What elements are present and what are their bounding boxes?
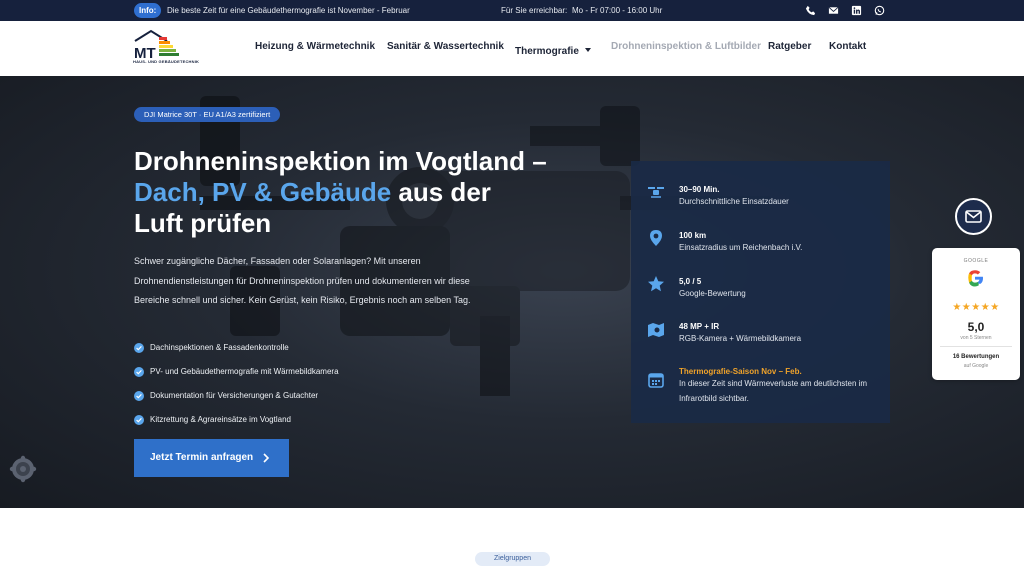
review-source: auf Google (963, 363, 989, 369)
stats-card: 30–90 Min. Durchschnittliche Einsatzdaue… (631, 161, 890, 423)
check-circle-icon (134, 415, 144, 425)
whatsapp-icon[interactable] (874, 5, 885, 16)
google-logo-icon (968, 270, 983, 287)
checklist-text: PV- und Gebäudethermografie mit Wärmebil… (150, 367, 339, 376)
headline-part1: Drohneninspektion im Vogtland – (134, 146, 547, 176)
phone-icon[interactable] (805, 5, 816, 16)
hero-intro: Schwer zugängliche Dächer, Fassaden oder… (134, 256, 471, 305)
contact-mail-button[interactable] (955, 198, 992, 235)
nav-heizung[interactable]: Heizung & Wärmetechnik (255, 41, 375, 52)
info-badge: Info: (134, 3, 162, 18)
nav-thermografie[interactable]: Thermografie (515, 41, 591, 59)
headline-accent: Dach, PV & Gebäude (134, 177, 392, 207)
divider (940, 346, 1012, 347)
review-count: 16 Bewertungen (952, 354, 1000, 360)
nav-thermografie-label: Thermografie (515, 46, 579, 57)
envelope-icon (965, 210, 982, 223)
logo-subtitle: HAUS- UND GEBÄUDETECHNIK (133, 59, 200, 64)
chevron-down-icon (584, 47, 591, 52)
stat-desc: Einsatzradius um Reichenbach i.V. (679, 243, 803, 252)
top-info-bar: Info: Die beste Zeit für eine Gebäudethe… (0, 0, 1024, 21)
checklist-text: Kitzrettung & Agrareinsätze im Vogtland (150, 415, 291, 424)
nav-kontakt[interactable]: Kontakt (829, 41, 866, 52)
nav-drohneninspektion[interactable]: Drohneninspektion & Luftbilder (611, 41, 761, 52)
linkedin-icon[interactable] (851, 5, 862, 16)
star-icon (648, 276, 664, 292)
main-navbar: MT HAUS- UND GEBÄUDETECHNIK Heizung & Wä… (0, 21, 1024, 76)
checklist-text: Dokumentation für Versicherungen & Gutac… (150, 391, 319, 400)
info-text: Die beste Zeit für eine Gebäudethermogra… (167, 6, 410, 15)
rating-score: 5,0 (967, 320, 985, 334)
rating-stars: ★★★★★ (952, 302, 1000, 313)
headline-part3: Luft prüfen (134, 208, 272, 238)
stat-title: 48 MP + IR (679, 322, 720, 331)
chevron-right-icon (263, 453, 270, 463)
reach-label: Für Sie erreichbar: (501, 6, 568, 15)
mail-icon[interactable] (828, 5, 839, 16)
stat-title: 30–90 Min. (679, 185, 720, 194)
check-circle-icon (134, 367, 144, 377)
cta-label: Jetzt Termin anfragen (150, 452, 254, 463)
calendar-icon (648, 373, 664, 388)
stat-desc: In dieser Zeit sind Wärmeverluste am deu… (679, 379, 868, 403)
hero-section: DJI Matrice 30T · EU A1/A3 zertifiziert … (0, 76, 1024, 508)
appointment-request-button[interactable]: Jetzt Termin anfragen (134, 439, 289, 477)
stat-desc: Durchschnittliche Einsatzdauer (679, 197, 789, 206)
drone-icon (648, 187, 664, 198)
stat-title: 100 km (679, 231, 707, 240)
google-label: GOOGLE (963, 258, 989, 264)
section-label-zielgruppen: Zielgruppen (475, 552, 550, 566)
location-pin-icon (650, 230, 662, 246)
certification-badge: DJI Matrice 30T · EU A1/A3 zertifiziert (134, 107, 281, 122)
stat-desc: RGB-Kamera + Wärmebildkamera (679, 334, 802, 343)
stat-desc: Google-Bewertung (679, 289, 746, 298)
check-circle-icon (134, 391, 144, 401)
google-reviews-widget[interactable]: GOOGLE ★★★★★ 5,0 von 5 Sternen 16 Bewert… (932, 248, 1020, 380)
cookie-settings-icon[interactable] (9, 455, 37, 483)
reach-hours: Mo - Fr 07:00 - 16:00 Uhr (572, 6, 663, 15)
hero-headline: Drohneninspektion im Vogtland – Dach, PV… (134, 146, 634, 239)
check-circle-icon (134, 343, 144, 353)
nav-sanitaer[interactable]: Sanitär & Wassertechnik (387, 41, 504, 52)
rating-scale: von 5 Sternen (960, 335, 992, 341)
stat-title: Thermografie-Saison Nov – Feb. (679, 367, 802, 376)
headline-part2: aus der (391, 177, 491, 207)
map-camera-icon (648, 323, 664, 337)
stat-title: 5,0 / 5 (679, 277, 702, 286)
checklist-text: Dachinspektionen & Fassadenkontrolle (150, 343, 289, 352)
nav-ratgeber[interactable]: Ratgeber (768, 41, 811, 52)
